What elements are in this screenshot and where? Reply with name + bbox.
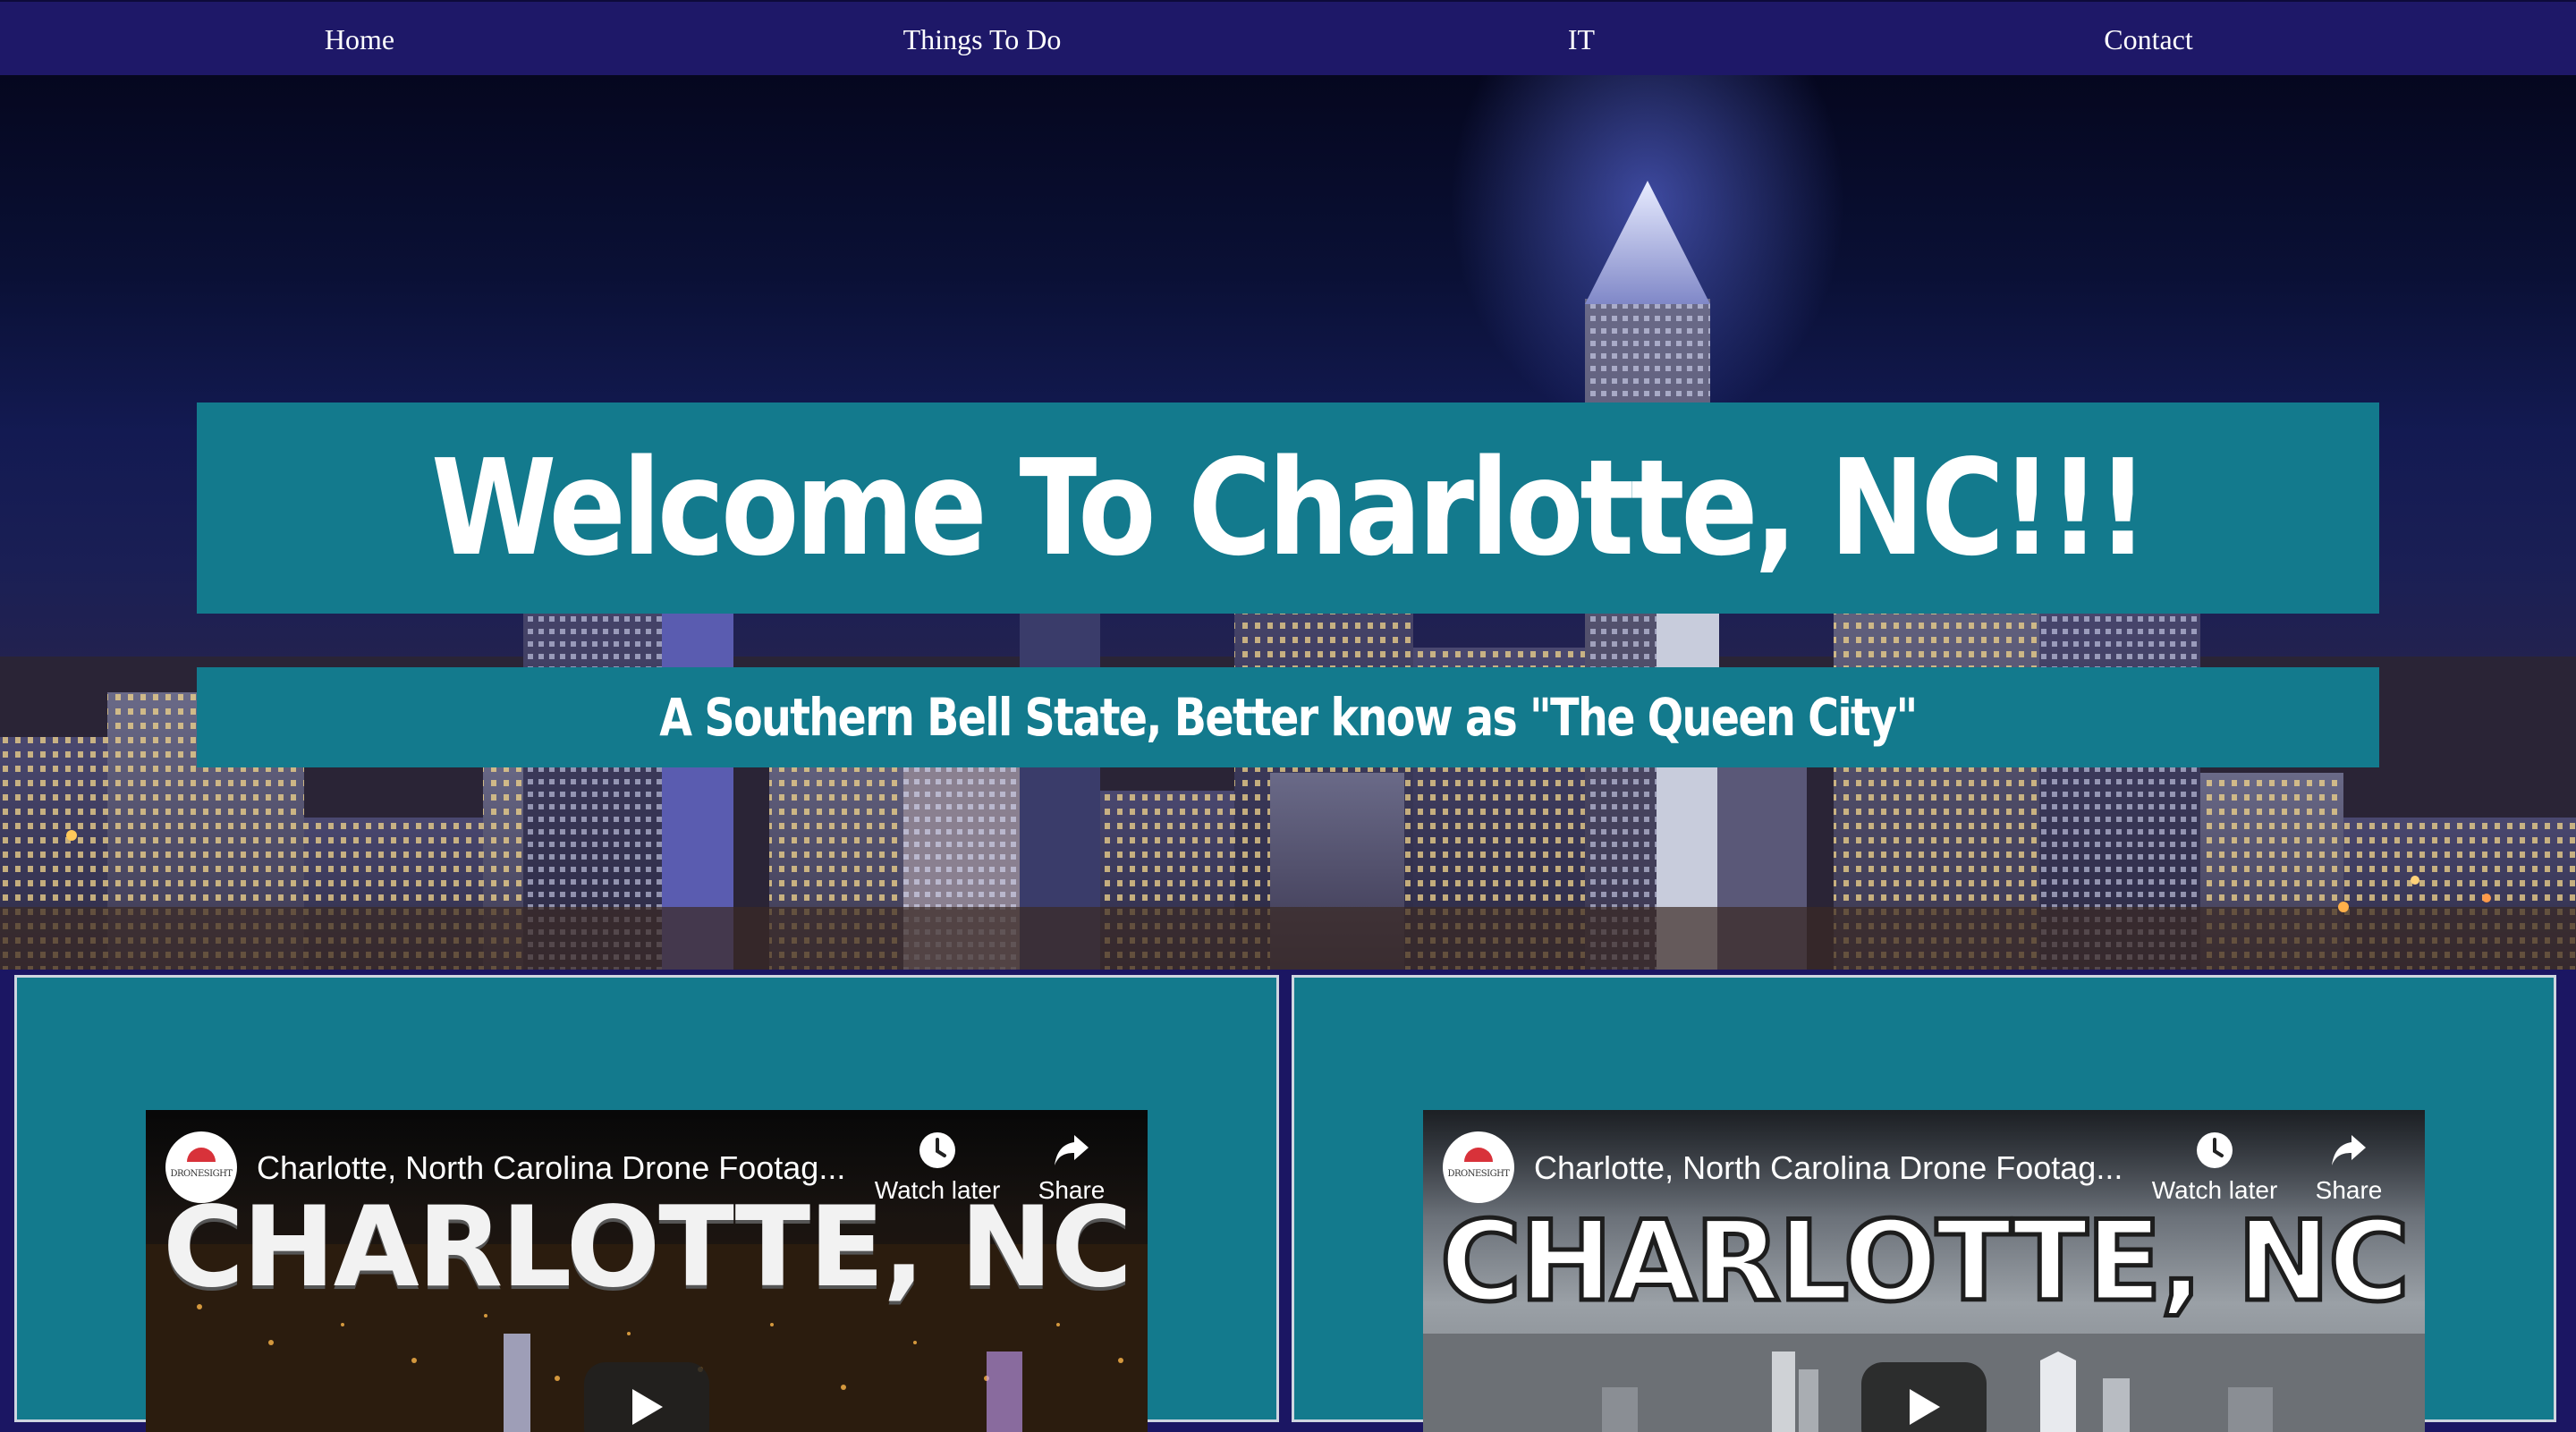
thumbnail-title: CHARLOTTE, NC <box>1437 1198 2411 1326</box>
hero-banner: Welcome To Charlotte, NC!!! A Southern B… <box>0 75 2576 970</box>
dronesight-logo-icon <box>1464 1148 1493 1162</box>
share-button[interactable]: Share <box>1004 1130 1139 1205</box>
video-panel-right: CHARLOTTE, NC DRONESIGHT Charlotte, Nort… <box>1292 975 2556 1432</box>
hero-subtitle: A Southern Bell State, Better know as "T… <box>659 687 1918 748</box>
channel-logo-text: DRONESIGHT <box>1447 1169 1510 1179</box>
play-icon <box>1910 1389 1940 1425</box>
share-label: Share <box>2315 1176 2383 1204</box>
watch-later-label: Watch later <box>2151 1176 2278 1204</box>
dronesight-logo-icon <box>187 1148 216 1162</box>
nav-link-things-to-do[interactable]: Things To Do <box>903 20 1062 59</box>
watch-later-label: Watch later <box>874 1176 1001 1204</box>
thumbnail-title: CHARLOTTE, NC <box>162 1183 1132 1312</box>
share-icon <box>1004 1130 1139 1171</box>
play-button[interactable] <box>584 1362 709 1432</box>
hero-subtitle-band: A Southern Bell State, Better know as "T… <box>197 667 2379 767</box>
watch-later-button[interactable]: Watch later <box>2148 1130 2282 1205</box>
video-panel-left: CHARLOTTE, NC DRONESIGHT Charlotte, Nort… <box>14 975 1279 1432</box>
hero-title: Welcome To Charlotte, NC!!! <box>430 431 2148 585</box>
video-title[interactable]: Charlotte, North Carolina Drone Footag..… <box>1534 1149 2123 1187</box>
play-icon <box>632 1389 663 1425</box>
nav-link-contact[interactable]: Contact <box>2104 20 2193 59</box>
video-title[interactable]: Charlotte, North Carolina Drone Footag..… <box>257 1149 845 1187</box>
channel-avatar[interactable]: DRONESIGHT <box>1443 1131 1514 1203</box>
video-embed-right[interactable]: CHARLOTTE, NC DRONESIGHT Charlotte, Nort… <box>1423 1110 2425 1432</box>
video-embed-left[interactable]: CHARLOTTE, NC DRONESIGHT Charlotte, Nort… <box>146 1110 1148 1432</box>
nav-link-it[interactable]: IT <box>1568 20 1595 59</box>
play-button[interactable] <box>1861 1362 1987 1432</box>
channel-logo-text: DRONESIGHT <box>170 1169 233 1179</box>
nav-link-home[interactable]: Home <box>325 20 394 59</box>
clock-icon <box>2148 1130 2282 1171</box>
share-button[interactable]: Share <box>2282 1130 2416 1205</box>
hero-title-band: Welcome To Charlotte, NC!!! <box>197 402 2379 614</box>
share-label: Share <box>1038 1176 1106 1204</box>
channel-avatar[interactable]: DRONESIGHT <box>165 1131 237 1203</box>
share-icon <box>2282 1130 2416 1171</box>
watch-later-button[interactable]: Watch later <box>870 1130 1004 1205</box>
top-navigation: Home Things To Do IT Contact <box>0 0 2576 75</box>
clock-icon <box>870 1130 1004 1171</box>
